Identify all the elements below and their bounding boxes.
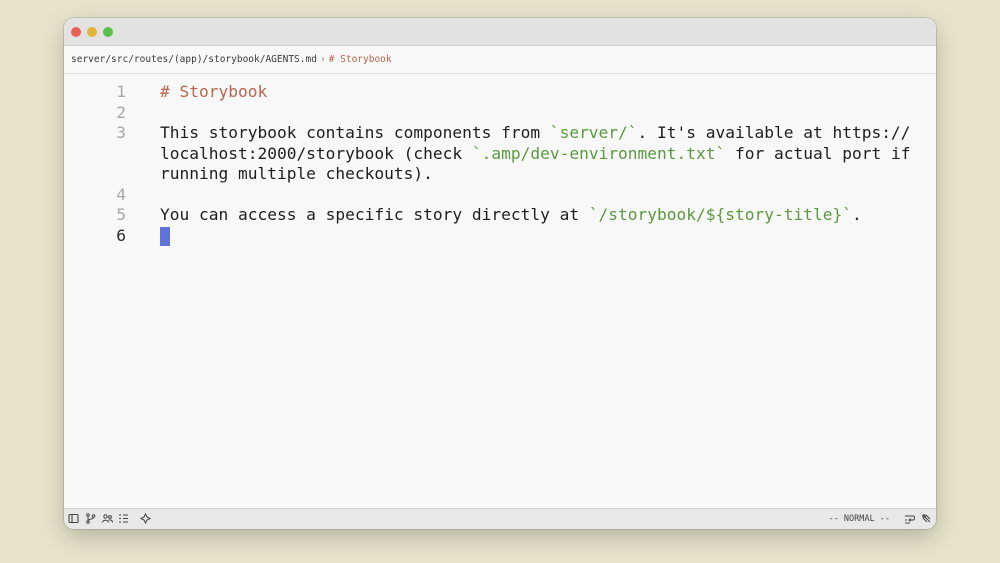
line-text: # Storybook (160, 82, 920, 103)
collaborators-icon[interactable] (101, 512, 114, 525)
close-window-button[interactable] (71, 27, 81, 37)
line-number: 5 (116, 205, 126, 224)
vim-mode-indicator: -- NORMAL -- (828, 514, 890, 524)
status-bar: -- NORMAL -- (64, 508, 936, 529)
line-number: 1 (116, 82, 126, 101)
line-number: 4 (116, 184, 126, 204)
code-editor[interactable]: 1 # Storybook 2 3 This storybook contain… (64, 74, 936, 509)
zoom-window-button[interactable] (103, 27, 113, 37)
line-number: 3 (116, 123, 126, 142)
title-bar (64, 18, 936, 46)
inline-code: `.amp/dev-environment.txt` (471, 143, 726, 163)
text-segment: This storybook contains components from (160, 123, 550, 142)
git-branch-icon[interactable] (84, 512, 97, 525)
line-text: You can access a specific story directly… (160, 205, 920, 226)
minimize-window-button[interactable] (87, 27, 97, 37)
breadcrumb-heading[interactable]: # Storybook (329, 54, 392, 65)
inline-code: `server/` (549, 123, 638, 142)
line-number: 2 (116, 102, 126, 122)
inline-code: `/storybook/${story-title}` (588, 205, 852, 224)
breadcrumb: server/src/routes/(app)/storybook/AGENTS… (64, 46, 936, 74)
text-segment: You can access a specific story directly… (160, 205, 589, 224)
breadcrumb-separator: › (319, 54, 326, 65)
ai-assistant-icon[interactable] (139, 512, 152, 525)
line-text: This storybook contains components from … (160, 123, 920, 185)
sidebar-toggle-icon[interactable] (67, 512, 80, 525)
outline-icon[interactable] (117, 512, 130, 525)
markdown-heading: # Storybook (160, 82, 268, 101)
line-wrap-icon[interactable] (903, 512, 916, 525)
breadcrumb-path[interactable]: server/src/routes/(app)/storybook/AGENTS… (71, 54, 317, 65)
editor-window: server/src/routes/(app)/storybook/AGENTS… (64, 18, 936, 529)
line-text (160, 226, 920, 247)
text-cursor (160, 226, 170, 246)
text-segment: . (851, 205, 862, 224)
settings-icon[interactable] (920, 512, 933, 525)
current-line-number: 6 (116, 225, 126, 245)
